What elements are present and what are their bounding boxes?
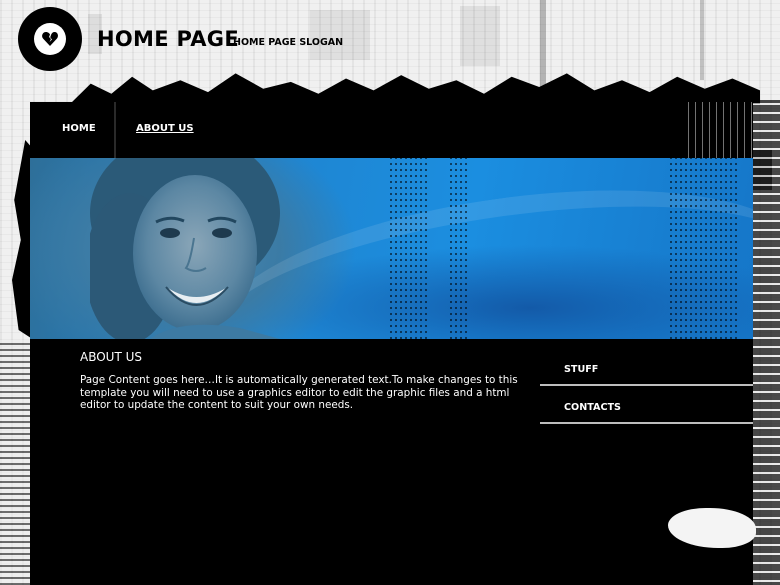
header-banner — [30, 158, 753, 339]
sidebar-link-contacts[interactable]: CONTACTS — [564, 402, 621, 413]
main-panel: HOME ABOUT US ABOUT US Page Content goes… — [30, 102, 753, 585]
nav-item-home[interactable]: HOME — [62, 123, 96, 134]
sidebar-link-stuff[interactable]: STUFF — [564, 364, 598, 375]
site-header: HOME PAGE HOME PAGE SLOGAN — [0, 0, 780, 80]
nav-divider — [114, 102, 116, 158]
main-nav: HOME ABOUT US — [30, 102, 753, 158]
logo-ring — [34, 23, 66, 55]
site-logo[interactable] — [18, 7, 82, 71]
banner-drip — [670, 158, 740, 339]
banner-drip — [390, 158, 430, 339]
sidebar-divider — [540, 384, 753, 386]
smiling-woman-photo — [90, 158, 280, 339]
content-title: ABOUT US — [80, 350, 143, 364]
site-title[interactable]: HOME PAGE — [97, 27, 239, 51]
broken-heart-icon — [42, 32, 58, 46]
nav-grunge-streaks — [685, 102, 753, 158]
content-body: Page Content goes here…It is automatical… — [80, 374, 518, 411]
site-slogan: HOME PAGE SLOGAN — [233, 37, 344, 48]
banner-drip — [450, 158, 470, 339]
nav-item-about-us[interactable]: ABOUT US — [136, 123, 194, 134]
right-grunge-streaks — [753, 100, 780, 585]
left-grunge-streaks — [0, 340, 30, 585]
sidebar-divider — [540, 422, 753, 424]
